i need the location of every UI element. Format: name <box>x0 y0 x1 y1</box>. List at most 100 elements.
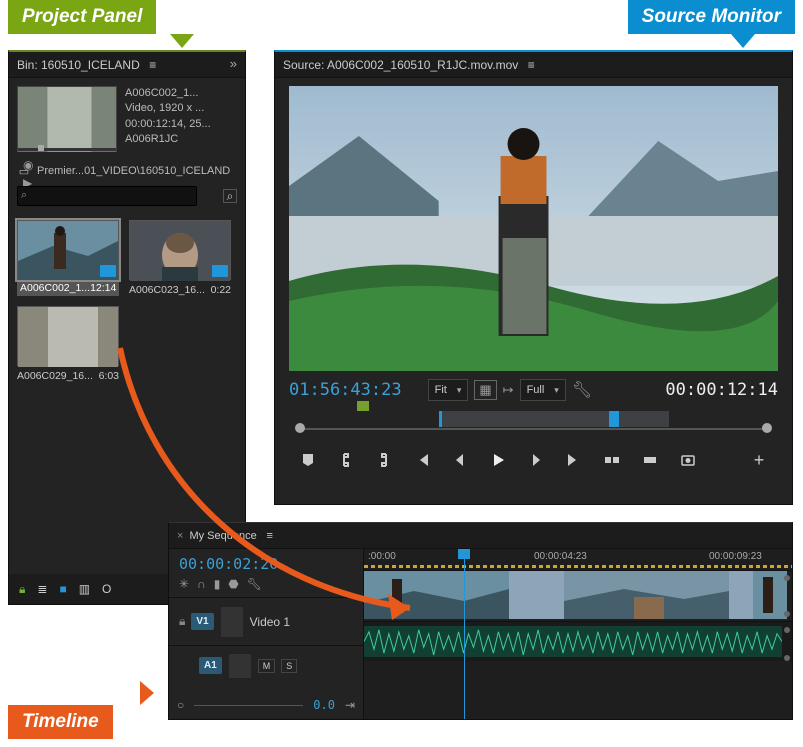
source-scrubber[interactable] <box>289 411 778 441</box>
insert-button[interactable] <box>603 451 621 469</box>
zoom-fit-dropdown[interactable]: Fit▾ <box>428 379 469 401</box>
expand-chevrons-icon[interactable]: » <box>230 56 237 71</box>
timecode-left[interactable]: 01:56:43:23 <box>289 380 402 400</box>
clip-item-name: A006C002_1... <box>20 282 90 294</box>
track-lock-icon[interactable]: 🔒︎ <box>179 614 185 629</box>
snap-icon[interactable]: ✳︎ <box>179 577 189 591</box>
ruler-tick: :00:00 <box>368 551 396 562</box>
overwrite-button[interactable] <box>641 451 659 469</box>
timeline-clip[interactable] <box>729 571 753 619</box>
clip-item[interactable]: A006C002_1...12:14 <box>17 220 119 296</box>
clip-item[interactable]: A006C023_16... 0:22 <box>129 220 231 296</box>
label-arrow-timeline <box>140 681 154 705</box>
scrub-handle-end[interactable] <box>762 423 772 433</box>
settings-icon[interactable]: 🔧︎ <box>572 380 592 400</box>
add-marker-button[interactable] <box>299 451 317 469</box>
step-out-icon[interactable]: ⇥ <box>345 698 355 712</box>
source-monitor-header[interactable]: Source: A006C002_160510_R1JC.mov.mov ≡ <box>275 52 792 78</box>
track-output-icon[interactable] <box>784 611 790 617</box>
resolution-dropdown[interactable]: Full▾ <box>520 379 566 401</box>
mark-out-button[interactable] <box>375 451 393 469</box>
play-button[interactable] <box>489 451 507 469</box>
label-source-monitor: Source Monitor <box>628 0 795 34</box>
timeline-clip[interactable] <box>564 571 729 619</box>
go-to-in-button[interactable] <box>413 451 431 469</box>
track-output-icon[interactable] <box>784 655 790 661</box>
bin-title: Bin: 160510_ICELAND <box>17 58 140 72</box>
button-editor-icon[interactable]: + <box>750 451 768 469</box>
label-arrow-source <box>731 34 755 48</box>
track-name: Video 1 <box>250 615 290 629</box>
freeform-view-icon[interactable]: ▥ <box>79 582 90 596</box>
sequence-timecode[interactable]: 00:00:02:20 <box>169 549 363 577</box>
timeline-playhead[interactable] <box>464 549 465 719</box>
project-panel-header[interactable]: Bin: 160510_ICELAND ≡ » <box>9 52 245 78</box>
track-output-icon[interactable] <box>784 575 790 581</box>
marker-tool-icon[interactable]: ▮ <box>214 577 221 591</box>
zoom-value: 0.0 <box>313 698 335 712</box>
mute-icon[interactable]: M <box>258 659 276 673</box>
zoom-out-icon[interactable]: ○ <box>177 698 184 712</box>
label-timeline: Timeline <box>8 705 113 739</box>
timeline-tracks-area[interactable]: :00:00 00:00:04:23 00:00:09:23 <box>364 549 792 719</box>
safe-margins-icon[interactable]: ▦ <box>474 380 496 400</box>
timeline-ruler[interactable]: :00:00 00:00:04:23 00:00:09:23 <box>364 549 792 571</box>
clip-meta-line: 00:00:12:14, 25... <box>125 117 211 132</box>
clip-grid: A006C002_1...12:14 A006C023_16... 0:22 A0… <box>9 210 245 392</box>
clip-item-name: A006C023_16... <box>129 284 205 296</box>
scrub-handle-start[interactable] <box>295 423 305 433</box>
find-bin-icon[interactable]: ⌕ <box>223 189 237 203</box>
proxy-icon[interactable]: ↦ <box>503 382 514 398</box>
search-input[interactable] <box>17 186 197 206</box>
timeline-audio-lane[interactable] <box>364 621 792 661</box>
track-badge-a1[interactable]: A1 <box>199 657 222 674</box>
track-badge-v1[interactable]: V1 <box>191 613 213 630</box>
clip-item-dur: 12:14 <box>90 282 116 294</box>
bin-path: Premier...01_VIDEO\160510_ICELAND <box>37 165 230 177</box>
panel-menu-icon[interactable]: ≡ <box>524 58 538 72</box>
step-forward-button[interactable] <box>527 451 545 469</box>
clip-preview-thumbnail[interactable] <box>17 86 117 152</box>
timeline-panel: × My Sequence ≡ 00:00:02:20 ✳︎ ∩ ▮ ⬣ 🔧︎ … <box>168 522 793 720</box>
clip-item-dur: 6:03 <box>99 370 119 382</box>
label-project-panel: Project Panel <box>8 0 156 34</box>
selected-clip-section: ◉ ▶ A006C002_1... Video, 1920 x ... 00:0… <box>9 78 245 160</box>
export-frame-button[interactable] <box>679 451 697 469</box>
panel-menu-icon[interactable]: ≡ <box>263 529 277 543</box>
track-toggle[interactable] <box>220 606 244 638</box>
timeline-clip[interactable] <box>753 571 787 619</box>
step-back-button[interactable] <box>451 451 469 469</box>
playhead[interactable] <box>609 411 619 427</box>
marker-icon[interactable] <box>357 401 369 411</box>
clip-item-dur: 0:22 <box>211 284 231 296</box>
mark-in-button[interactable] <box>337 451 355 469</box>
list-view-icon[interactable]: ≣ <box>37 582 47 596</box>
clip-name: A006C002_1... <box>125 86 211 101</box>
go-to-out-button[interactable] <box>565 451 583 469</box>
poster-frame-icon[interactable]: ◉ <box>23 158 33 172</box>
add-marker-icon[interactable]: ⬣ <box>228 577 238 591</box>
icon-view-icon[interactable]: ■ <box>59 582 66 596</box>
settings-icon[interactable]: 🔧︎ <box>247 577 262 591</box>
source-monitor-view[interactable] <box>289 86 778 371</box>
solo-icon[interactable]: S <box>281 659 297 673</box>
timeline-header[interactable]: × My Sequence ≡ <box>169 523 792 549</box>
ruler-tick: 00:00:04:23 <box>534 551 587 562</box>
clip-meta-line: Video, 1920 x ... <box>125 101 211 116</box>
clip-meta-line: A006R1JC <box>125 132 211 147</box>
ruler-tick: 00:00:09:23 <box>709 551 762 562</box>
track-toggle[interactable] <box>228 653 252 679</box>
clip-item[interactable]: A006C029_16... 6:03 <box>17 306 119 382</box>
timeline-clip[interactable] <box>509 571 564 619</box>
source-title: Source: A006C002_160510_R1JC.mov.mov <box>283 58 518 72</box>
timeline-clip[interactable] <box>364 571 509 619</box>
linked-selection-icon[interactable]: ∩ <box>197 577 206 591</box>
source-monitor-panel: Source: A006C002_160510_R1JC.mov.mov ≡ 0… <box>274 50 793 505</box>
search-icon: ⌕ <box>21 189 27 202</box>
timeline-track-header: 00:00:02:20 ✳︎ ∩ ▮ ⬣ 🔧︎ 🔒︎ V1 Video 1 A1… <box>169 549 364 719</box>
track-output-icon[interactable] <box>784 627 790 633</box>
zoom-slider-icon[interactable]: O <box>102 582 111 596</box>
panel-menu-icon[interactable]: ≡ <box>146 58 160 72</box>
lock-icon[interactable]: 🔒︎ <box>19 582 25 597</box>
clip-item-name: A006C029_16... <box>17 370 93 382</box>
